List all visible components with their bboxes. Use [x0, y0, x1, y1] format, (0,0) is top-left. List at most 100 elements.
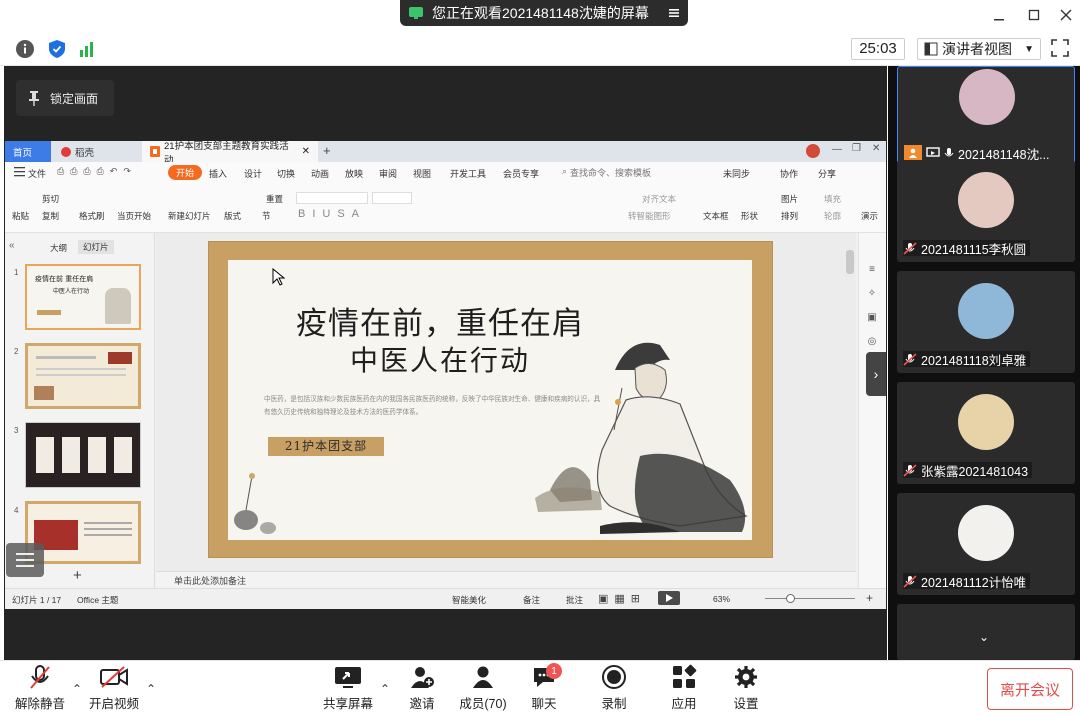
- textbox-button[interactable]: 文本框: [703, 210, 729, 222]
- smart-beautify-button[interactable]: 智能美化: [452, 594, 486, 606]
- tab-outline[interactable]: 大纲: [50, 242, 67, 254]
- menu-transition[interactable]: 切换: [277, 167, 295, 180]
- tab-slides[interactable]: 幻灯片: [78, 240, 114, 254]
- participant-tile-1[interactable]: 2021481148沈...: [897, 66, 1075, 168]
- cut-button[interactable]: 剪切: [42, 193, 59, 205]
- slide-thumbnail-1[interactable]: 疫情在前 重任在肩 中医人在行动: [25, 264, 141, 330]
- tab-home[interactable]: 首页: [5, 141, 51, 162]
- thumb2-image: [34, 386, 54, 400]
- maximize-button[interactable]: [1020, 4, 1048, 26]
- collapse-pane-icon[interactable]: «: [9, 240, 15, 251]
- menu-review[interactable]: 审阅: [379, 167, 397, 180]
- paste-button[interactable]: 粘贴: [12, 210, 29, 222]
- video-options-caret-icon[interactable]: ⌃: [144, 682, 158, 696]
- chevron-down-icon[interactable]: ⌄: [979, 630, 989, 644]
- slide-thumbnail-3[interactable]: [25, 422, 141, 488]
- participant-tile-5[interactable]: 2021481112计怡唯: [897, 493, 1075, 595]
- command-search-placeholder: 查找命令、搜索模板: [570, 168, 652, 178]
- menu-home[interactable]: 开始: [168, 165, 203, 180]
- participant-tile-3[interactable]: 2021481118刘卓雅: [897, 271, 1075, 373]
- sync-status[interactable]: 未同步: [723, 167, 750, 180]
- thumb-number-3: 3: [14, 426, 19, 435]
- network-signal-icon[interactable]: [77, 38, 99, 60]
- view-mode-select[interactable]: 演讲者视图 ▼: [917, 38, 1041, 60]
- reset-button[interactable]: 重置: [266, 193, 283, 205]
- menu-file[interactable]: 文件: [28, 167, 46, 180]
- slideshow-button[interactable]: 演示: [861, 210, 878, 222]
- outline-button[interactable]: 轮廓: [824, 210, 841, 222]
- align-text-button[interactable]: 对齐文本: [642, 193, 676, 205]
- add-slide-plus-icon[interactable]: +: [73, 567, 82, 584]
- text-format-buttons[interactable]: BIUSA: [298, 208, 366, 220]
- menu-icon[interactable]: [668, 7, 680, 19]
- thumb4-text-line: [84, 528, 132, 530]
- quick-access-icons[interactable]: ⎙⎙⎙⎙↶↷: [57, 166, 137, 177]
- picture-button[interactable]: 图片: [781, 193, 798, 205]
- floating-list-icon[interactable]: [6, 543, 44, 577]
- font-family-select[interactable]: [296, 192, 368, 204]
- copy-button[interactable]: 复制: [42, 210, 59, 222]
- slide-thumbnail-2[interactable]: [25, 343, 141, 409]
- arrange-button[interactable]: 排列: [781, 210, 798, 222]
- convert-smartart-button[interactable]: 转智能图形: [628, 210, 671, 222]
- play-slideshow-icon[interactable]: [658, 591, 680, 605]
- record-button[interactable]: 录制: [582, 664, 646, 712]
- menu-insert[interactable]: 插入: [209, 167, 227, 180]
- view-switch-icons[interactable]: ▣▦⊞: [598, 592, 646, 605]
- close-button[interactable]: [1052, 4, 1080, 26]
- participant-tile-6[interactable]: ⌄: [897, 604, 1075, 660]
- members-button[interactable]: 成员(70): [451, 664, 515, 712]
- zoom-slider-handle[interactable]: [786, 594, 795, 603]
- slide-group-tag[interactable]: 21护本团支部: [268, 437, 384, 456]
- fullscreen-icon[interactable]: [1050, 38, 1072, 60]
- new-slide-button[interactable]: 新建幻灯片: [168, 210, 211, 222]
- tab-docer[interactable]: 稻壳: [53, 141, 141, 162]
- menu-design[interactable]: 设计: [244, 167, 262, 180]
- comment-button[interactable]: 批注: [566, 594, 583, 606]
- zoom-in-plus-icon[interactable]: +: [866, 591, 873, 605]
- unmute-button[interactable]: 解除静音: [8, 664, 72, 712]
- settings-button[interactable]: 设置: [714, 664, 778, 712]
- menu-view[interactable]: 视图: [413, 167, 431, 180]
- start-video-button[interactable]: 开启视频: [82, 664, 146, 712]
- menu-vip[interactable]: 会员专享: [503, 167, 539, 180]
- participant-tile-4[interactable]: 张紫露2021481043: [897, 382, 1075, 484]
- section-button[interactable]: 节: [262, 210, 271, 222]
- user-avatar[interactable]: [806, 144, 820, 158]
- invite-button[interactable]: 邀请: [390, 664, 454, 712]
- collab-button[interactable]: 协作: [780, 167, 798, 180]
- window-restore-icon[interactable]: ❐: [852, 143, 861, 154]
- tab-close-icon[interactable]: ✕: [302, 146, 310, 157]
- window-close-icon[interactable]: ✕: [872, 143, 880, 154]
- layout-button[interactable]: 版式: [224, 210, 241, 222]
- notes-pane[interactable]: 单击此处添加备注: [156, 571, 856, 588]
- leave-meeting-button[interactable]: 离开会议: [987, 668, 1073, 710]
- notes-toggle-button[interactable]: 备注: [523, 594, 540, 606]
- share-screen-label: 共享屏幕: [322, 697, 373, 711]
- fill-button[interactable]: 填充: [824, 193, 841, 205]
- tab-document[interactable]: 21护本团支部主题教育实践活动 ✕: [142, 141, 318, 166]
- hamburger-icon[interactable]: [14, 166, 25, 177]
- menu-developer[interactable]: 开发工具: [450, 167, 486, 180]
- apps-button[interactable]: 应用: [652, 664, 716, 712]
- share-button[interactable]: 分享: [818, 167, 836, 180]
- menu-slideshow[interactable]: 放映: [345, 167, 363, 180]
- command-search[interactable]: ⌕ 查找命令、搜索模板: [562, 166, 651, 179]
- start-from-current-button[interactable]: 当页开始: [117, 210, 151, 222]
- chevron-right-icon[interactable]: ›: [866, 352, 886, 396]
- format-painter-button[interactable]: 格式刷: [79, 210, 105, 222]
- lock-screen-button[interactable]: 锁定画面: [16, 80, 114, 116]
- share-screen-button[interactable]: 共享屏幕: [316, 664, 380, 712]
- info-icon[interactable]: [14, 38, 36, 60]
- zoom-slider[interactable]: [765, 598, 855, 599]
- chat-button[interactable]: 聊天: [512, 664, 576, 712]
- shape-button[interactable]: 形状: [741, 210, 758, 222]
- security-shield-icon[interactable]: [46, 38, 68, 60]
- canvas-scrollbar[interactable]: [846, 250, 854, 274]
- participant-tile-2[interactable]: 2021481115李秋圆: [897, 160, 1075, 262]
- new-tab-plus-icon[interactable]: +: [323, 143, 331, 158]
- window-minimize-icon[interactable]: —: [832, 144, 842, 155]
- font-size-select[interactable]: [372, 192, 412, 204]
- minimize-button[interactable]: [985, 4, 1013, 26]
- menu-animation[interactable]: 动画: [311, 167, 329, 180]
